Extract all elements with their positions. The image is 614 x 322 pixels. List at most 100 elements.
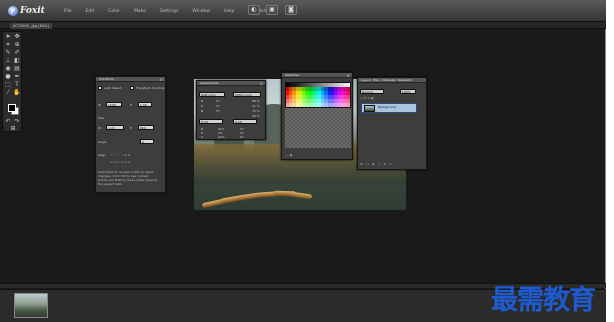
swatch-tools-icon[interactable]: ▢ ▣ — [286, 153, 293, 157]
menu-color[interactable]: Color — [104, 7, 124, 16]
align-buttons-icon[interactable]: ⊢ ⊣ ⊤ ⊥ ⊞ ⊟ — [110, 153, 130, 157]
select-icon[interactable]: ⬚ — [4, 81, 12, 88]
bamboo-raft — [201, 187, 322, 210]
brush-icon[interactable]: ✎ — [4, 49, 12, 56]
opacity-field[interactable]: 100% — [400, 89, 416, 94]
k-percent: 80 % — [252, 114, 260, 118]
distribute-buttons-icon[interactable]: ≡ ≡ ≡ ≡ ≡ ≡ — [110, 160, 130, 164]
foreground-color-swatch[interactable] — [8, 104, 16, 112]
y-percent: 70 % — [252, 109, 260, 113]
width-field[interactable]: 1.00 — [106, 125, 124, 130]
arrow-icon[interactable]: ➤ — [4, 33, 12, 40]
main-menu: File Edit Color Make Settings Window Hel… — [60, 7, 277, 16]
camera-icon[interactable]: ◙ — [285, 5, 297, 15]
close-icon[interactable]: × — [260, 81, 263, 86]
blend-mode-dropdown[interactable]: Normal — [360, 89, 384, 94]
c-percent: 88 % — [252, 99, 260, 103]
v-value: 22% — [218, 135, 225, 139]
b2-value: 57 — [240, 135, 244, 139]
eraser-icon[interactable]: ◧ — [13, 57, 21, 64]
app-window: F Foxit File Edit Color Make Settings Wi… — [0, 0, 606, 322]
layer-tools-icon[interactable]: ⊞ fx ◐ ▢ ⊕ ✕ — [360, 162, 393, 166]
foxit-logo-icon: F — [8, 6, 18, 16]
menu-help[interactable]: Help — [220, 7, 238, 16]
text-icon[interactable]: T — [13, 81, 21, 88]
rotate-icon[interactable]: ↶ — [4, 118, 12, 125]
menu-edit[interactable]: Edit — [82, 7, 99, 16]
layer-row[interactable]: Background — [361, 103, 417, 113]
crop-icon[interactable]: ⌗ — [4, 41, 12, 48]
height-field[interactable]: 800 — [138, 125, 154, 130]
menu-file[interactable]: File — [60, 7, 76, 16]
swatch-grid[interactable] — [285, 82, 351, 108]
y-field[interactable]: 1.00 — [138, 102, 152, 107]
grid-icon[interactable]: ⊞ — [9, 125, 17, 132]
gradient-icon[interactable]: ▤ — [13, 65, 21, 72]
transform-panel-title: Transform — [99, 77, 114, 81]
y-label: H — [130, 103, 133, 107]
tool-strip: ➤ ✥ ⌗ ⊕ ✎ ✐ ⊥ ◧ ◉ ▤ ● ✒ ⬚ T ⁄ ✋ ↶ ↷ ⊞ — [2, 31, 22, 132]
menu-make[interactable]: Make — [130, 7, 150, 16]
adjustment-panel-header[interactable]: Adjustments × — [197, 81, 265, 86]
transform-help-line: the aspect ratio. — [98, 182, 123, 186]
eyedropper-icon[interactable]: ⁄ — [4, 89, 12, 96]
tab-navigator[interactable]: Navigator — [398, 78, 413, 82]
x-label: W — [98, 103, 101, 107]
swatch-empty-area — [285, 108, 351, 148]
auto-select-label: Auto Select — [104, 86, 122, 90]
zoom-icon[interactable]: ⊕ — [13, 41, 21, 48]
bamboo-pole — [289, 191, 313, 200]
bit-depth-left-dropdown[interactable]: 8 bit — [199, 119, 223, 124]
pen-icon[interactable]: ✒ — [13, 73, 21, 80]
app-logo: F Foxit — [8, 4, 45, 18]
transform-controls-checkbox[interactable] — [130, 86, 134, 90]
h-label: H — [130, 126, 133, 130]
swatches-panel-title: Swatches — [285, 73, 300, 77]
layers-panel-tabs: Layers Hist. Channels Navigator — [358, 78, 426, 83]
document-tab-bar: ACT0000_.jpg [64%] — [0, 22, 606, 29]
layer-thumbnail — [364, 105, 375, 112]
hand-icon[interactable]: ✋ — [13, 89, 21, 96]
view-mode-icon[interactable]: ◐ — [248, 5, 260, 15]
color-mode-left-dropdown[interactable]: RGB Color — [199, 92, 225, 97]
adjustment-panel-title: Adjustments — [200, 81, 219, 85]
menu-settings[interactable]: Settings — [156, 7, 182, 16]
m-percent: 71 % — [252, 104, 260, 108]
x-field[interactable]: 1098 — [106, 102, 122, 107]
transform-panel-header[interactable]: Transform × — [96, 77, 165, 82]
move-icon[interactable]: ✥ — [13, 33, 21, 40]
b-label: B — [201, 109, 204, 113]
watermark-text: 最需教育 — [491, 285, 596, 316]
layer-name: Background — [378, 105, 396, 109]
lock-icons[interactable]: ▢ ✥ ⊘ ▣ — [360, 96, 374, 100]
menu-bar: F Foxit File Edit Color Make Settings Wi… — [0, 0, 606, 22]
app-logo-text: Foxit — [20, 6, 45, 16]
filmstrip-thumbnail[interactable] — [14, 293, 48, 318]
document-tab[interactable]: ACT0000_.jpg [64%] — [10, 23, 52, 29]
angle-label: Angle — [98, 140, 107, 144]
r-value: 57 — [216, 99, 220, 103]
panel-layout-icon[interactable]: ▣ — [266, 5, 278, 15]
swatch-cell[interactable] — [346, 103, 350, 107]
tab-layers[interactable]: Layers — [361, 78, 371, 82]
b-value: 57 — [216, 109, 220, 113]
tab-history[interactable]: Hist. — [373, 78, 380, 82]
bucket-icon[interactable]: ◉ — [4, 65, 12, 72]
r-label: R — [201, 99, 204, 103]
stamp-icon[interactable]: ⊥ — [4, 57, 12, 64]
angle-field[interactable]: 0 — [140, 139, 154, 144]
align-label: Align — [98, 153, 106, 157]
bit-depth-right-dropdown[interactable]: 8 bit — [233, 119, 257, 124]
tab-channels[interactable]: Channels — [382, 78, 396, 82]
dodge-icon[interactable]: ● — [4, 73, 12, 80]
redo-icon[interactable]: ↷ — [13, 118, 21, 125]
size-label: Size — [98, 116, 105, 120]
pencil-icon[interactable]: ✐ — [13, 49, 21, 56]
close-icon[interactable]: × — [160, 77, 163, 82]
swatches-panel-header[interactable]: Swatches × — [282, 73, 352, 78]
auto-select-checkbox[interactable] — [98, 86, 102, 90]
close-icon[interactable]: × — [347, 73, 350, 78]
v-label: V — [201, 135, 204, 139]
color-mode-right-dropdown[interactable]: CMYK Color — [233, 92, 261, 97]
menu-window[interactable]: Window — [188, 7, 214, 16]
